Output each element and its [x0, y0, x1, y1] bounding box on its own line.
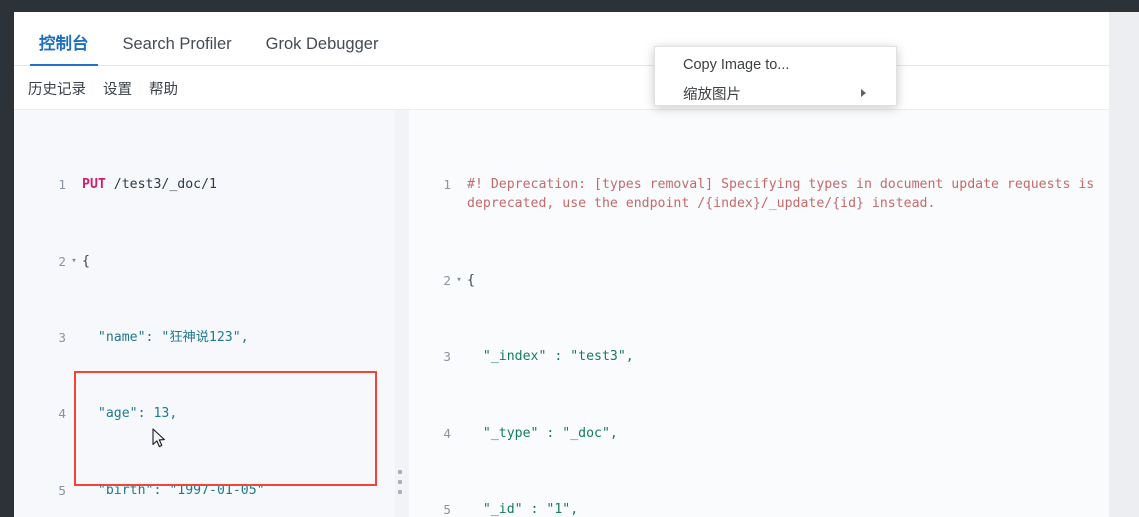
- deprecation-warning-text: #! Deprecation: [types removal] Specifyi…: [467, 177, 1103, 212]
- handle-dot: [398, 470, 402, 474]
- context-menu-item-zoom-image[interactable]: 缩放图片: [655, 79, 896, 107]
- tab-grok-debugger[interactable]: Grok Debugger: [249, 35, 396, 67]
- request-editor-pane[interactable]: 1 PUT /test3/_doc/1 2 ▾ { 3 "name": "狂神说…: [24, 110, 395, 517]
- code-text: {: [82, 253, 90, 269]
- context-menu-item-label: Copy Image to...: [683, 57, 790, 73]
- handle-dot: [398, 490, 402, 494]
- line-number: 2: [443, 272, 451, 288]
- screenshot-root: 控制台 Search Profiler Grok Debugger 历史记录 设…: [0, 0, 1139, 517]
- line-number: 1: [58, 177, 66, 193]
- context-menu-item-label: 缩放图片: [683, 86, 741, 103]
- code-line: 5 "_id" : "1",: [409, 500, 1121, 517]
- pane-divider[interactable]: [395, 110, 409, 517]
- line-number: 5: [58, 482, 66, 498]
- tab-search-profiler[interactable]: Search Profiler: [106, 35, 249, 67]
- code-line: 5 "birth": "1997-01-05": [24, 481, 395, 500]
- tab-list: 控制台 Search Profiler Grok Debugger: [22, 12, 395, 66]
- console-editor-area: 1 PUT /test3/_doc/1 2 ▾ { 3 "name": "狂神说…: [14, 110, 1139, 517]
- code-line: 1 PUT /test3/_doc/1: [24, 175, 395, 194]
- line-number: 1: [443, 177, 451, 193]
- context-menu-item-copy-image-to[interactable]: Copy Image to...: [655, 51, 896, 79]
- code-line: 3 "_index" : "test3",: [409, 347, 1121, 366]
- kibana-console-page: 控制台 Search Profiler Grok Debugger 历史记录 设…: [14, 12, 1139, 517]
- fold-toggle-icon[interactable]: ▾: [69, 252, 79, 271]
- code-line: 4 "age": 13,: [24, 404, 395, 423]
- response-output-pane[interactable]: 1 #! Deprecation: [types removal] Specif…: [409, 110, 1121, 517]
- app-right-margin: [1109, 12, 1139, 517]
- line-number: 2: [58, 253, 66, 269]
- request-url: /test3/_doc/1: [105, 177, 217, 193]
- code-text: "name": "狂神说123",: [82, 330, 249, 346]
- request-code: 1 PUT /test3/_doc/1 2 ▾ { 3 "name": "狂神说…: [24, 118, 395, 517]
- tab-console[interactable]: 控制台: [22, 35, 106, 67]
- line-number: 4: [443, 425, 451, 441]
- http-method: PUT: [82, 177, 106, 193]
- menu-item-history[interactable]: 历史记录: [28, 78, 86, 99]
- code-text: {: [467, 272, 475, 288]
- menu-item-help[interactable]: 帮助: [149, 78, 178, 99]
- response-code: 1 #! Deprecation: [types removal] Specif…: [409, 118, 1121, 517]
- code-line-deprecation: 1 #! Deprecation: [types removal] Specif…: [409, 175, 1121, 213]
- code-text: "birth": "1997-01-05": [82, 482, 265, 498]
- code-line: 4 "_type" : "_doc",: [409, 424, 1121, 443]
- line-number: 3: [443, 349, 451, 365]
- chevron-right-icon: [861, 89, 866, 97]
- console-menu-items: 历史记录 设置 帮助: [28, 66, 195, 110]
- context-menu[interactable]: Copy Image to... 缩放图片: [654, 46, 897, 106]
- line-number: 4: [58, 406, 66, 422]
- code-text: "_id" : "1",: [467, 501, 579, 517]
- line-number: 5: [443, 501, 451, 517]
- code-text: "_type" : "_doc",: [467, 425, 618, 441]
- line-number: 3: [58, 330, 66, 346]
- menu-item-settings[interactable]: 设置: [103, 78, 132, 99]
- code-line: 3 "name": "狂神说123",: [24, 328, 395, 347]
- top-tab-bar: 控制台 Search Profiler Grok Debugger: [14, 12, 1109, 66]
- code-text: "_index" : "test3",: [467, 349, 634, 365]
- handle-dot: [398, 480, 402, 484]
- code-line: 2 ▾ {: [24, 252, 395, 271]
- pane-resize-handle[interactable]: [395, 470, 405, 494]
- code-line: 2 ▾ {: [409, 271, 1121, 290]
- fold-toggle-icon[interactable]: ▾: [454, 271, 464, 290]
- code-text: "age": 13,: [82, 406, 178, 422]
- console-menu-bar: 历史记录 设置 帮助: [14, 66, 1109, 110]
